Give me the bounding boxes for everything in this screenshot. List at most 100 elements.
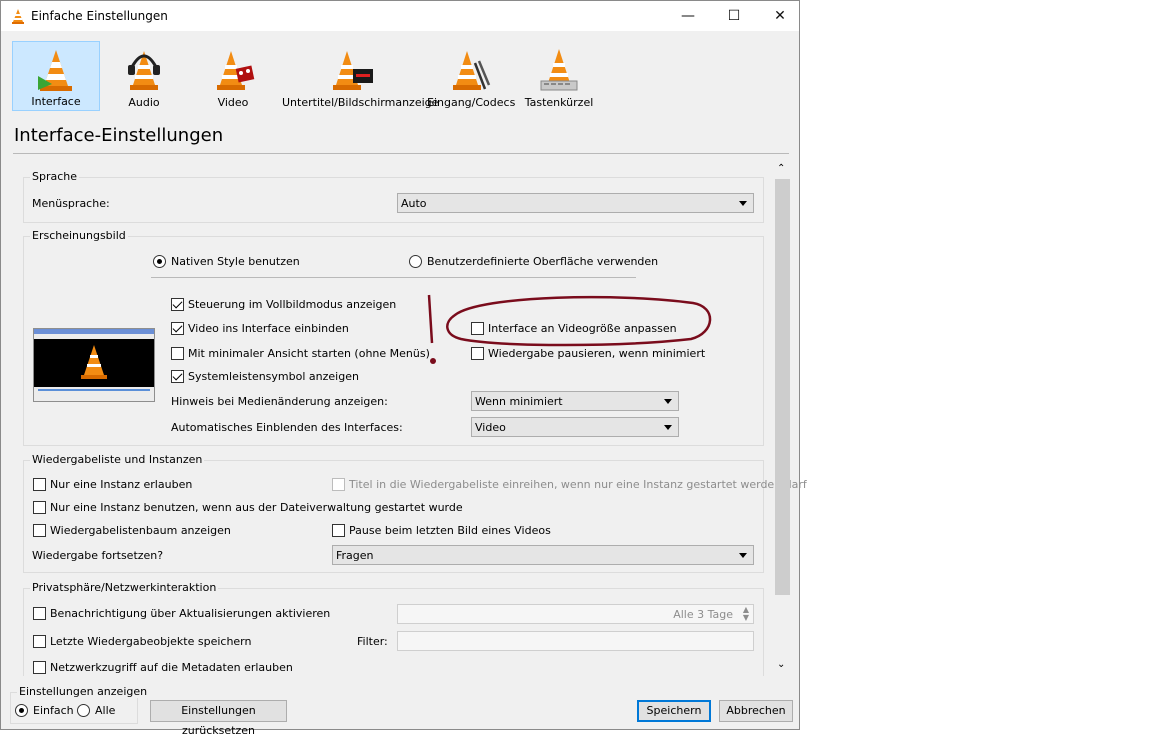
chevron-down-icon	[664, 425, 672, 430]
tab-tastenkuerzel-label: Tastenkürzel	[524, 96, 594, 109]
save-button[interactable]: Speichern	[637, 700, 711, 722]
cb-titel-einreihen-label: Titel in die Wiedergabeliste einreihen, …	[349, 478, 807, 491]
menusprache-label: Menüsprache:	[32, 197, 110, 210]
vlc-cone-cable-icon	[453, 51, 491, 90]
group-erscheinungsbild-title: Erscheinungsbild	[30, 229, 128, 242]
cb-systemleiste[interactable]	[171, 370, 184, 383]
fortsetzen-label: Wiedergabe fortsetzen?	[32, 549, 164, 562]
vertical-scrollbar[interactable]: ⌃ ⌄	[775, 163, 790, 675]
reset-button[interactable]: Einstellungen zurücksetzen	[150, 700, 287, 737]
group-wiedergabeliste-title: Wiedergabeliste und Instanzen	[30, 453, 205, 466]
tab-audio[interactable]: Audio	[100, 41, 188, 111]
cb-aktualisierungen[interactable]	[33, 607, 46, 620]
auto-einblenden-dropdown[interactable]: Video	[471, 417, 679, 437]
style-separator	[151, 277, 636, 278]
update-interval-value: Alle 3 Tage	[673, 608, 733, 621]
preview-vlc-cone-icon	[81, 345, 107, 379]
title-separator	[13, 153, 789, 154]
radio-native-style-label: Nativen Style benutzen	[171, 255, 300, 268]
annotation-ellipse	[427, 294, 712, 364]
menusprache-dropdown[interactable]: Auto	[397, 193, 754, 213]
tab-untertitel-label: Untertitel/Bildschirmanzeige	[282, 96, 439, 109]
radio-einfach-label: Einfach	[33, 704, 74, 717]
cb-pause-letztes-bild[interactable]	[332, 524, 345, 537]
cb-video-einbinden-label: Video ins Interface einbinden	[188, 322, 349, 335]
group-sprache-title: Sprache	[30, 170, 80, 183]
group-einstellungen-anzeigen-title: Einstellungen anzeigen	[17, 685, 150, 698]
preview-menubar	[34, 334, 154, 339]
minimize-icon: —	[681, 8, 695, 24]
hinweis-dropdown[interactable]: Wenn minimiert	[471, 391, 679, 411]
cb-titel-einreihen[interactable]	[332, 478, 345, 491]
scrollbar-thumb[interactable]	[775, 179, 790, 595]
cb-eine-instanz[interactable]	[33, 478, 46, 491]
category-toolbar: Interface Audio Video Untertitel/Bildsch…	[1, 31, 799, 115]
vlc-cone-keyboard-icon	[540, 49, 578, 91]
fortsetzen-dropdown[interactable]: Fragen	[332, 545, 754, 565]
tab-interface-label: Interface	[31, 95, 81, 108]
window-title: Einfache Einstellungen	[31, 9, 168, 23]
title-bar: Einfache Einstellungen — ☐ ✕	[1, 1, 799, 31]
vlc-cone-film-icon	[217, 51, 255, 90]
cb-vollbild-steuerung-label: Steuerung im Vollbildmodus anzeigen	[188, 298, 397, 311]
cb-pause-letztes-bild-label: Pause beim letzten Bild eines Videos	[349, 524, 551, 537]
tab-audio-label: Audio	[128, 96, 160, 109]
tab-eingang[interactable]: Eingang/Codecs	[427, 41, 516, 111]
tab-tastenkuerzel[interactable]: Tastenkürzel	[517, 41, 601, 111]
cb-dateiverwaltung[interactable]	[33, 501, 46, 514]
cb-wiedergabelistenbaum[interactable]	[33, 524, 46, 537]
cb-netzwerkzugriff[interactable]	[33, 661, 46, 674]
cb-netzwerkzugriff-label: Netzwerkzugriff auf die Metadaten erlaub…	[50, 661, 293, 674]
cb-video-einbinden[interactable]	[171, 322, 184, 335]
page-title: Interface-Einstellungen	[14, 125, 224, 146]
menusprache-value: Auto	[401, 197, 427, 210]
auto-einblenden-label: Automatisches Einblenden des Interfaces:	[171, 421, 403, 434]
cb-systemleiste-label: Systemleistensymbol anzeigen	[188, 370, 359, 383]
radio-custom-skin-label: Benutzerdefinierte Oberfläche verwenden	[427, 255, 659, 268]
interface-preview-image	[33, 328, 155, 402]
hinweis-label: Hinweis bei Medienänderung anzeigen:	[171, 395, 388, 408]
cb-aktualisierungen-label: Benachrichtigung über Aktualisierungen a…	[50, 607, 331, 620]
minimize-button[interactable]: —	[665, 1, 711, 31]
vlc-cone-headphones-icon	[128, 51, 160, 90]
maximize-button[interactable]: ☐	[711, 1, 757, 31]
tab-video-label: Video	[217, 96, 249, 109]
vlc-app-icon	[12, 9, 24, 24]
close-icon: ✕	[774, 8, 786, 24]
auto-einblenden-value: Video	[475, 421, 506, 434]
maximize-icon: ☐	[727, 8, 741, 24]
scroll-up-icon[interactable]: ⌃	[777, 163, 785, 174]
cb-letzte-objekte[interactable]	[33, 635, 46, 648]
tab-eingang-label: Eingang/Codecs	[427, 96, 516, 109]
cb-minimal-ansicht[interactable]	[171, 347, 184, 360]
cb-letzte-objekte-label: Letzte Wiedergabeobjekte speichern	[50, 635, 252, 648]
cb-dateiverwaltung-label: Nur eine Instanz benutzen, wenn aus der …	[50, 501, 463, 514]
close-button[interactable]: ✕	[757, 1, 803, 31]
fortsetzen-value: Fragen	[336, 549, 374, 562]
vlc-cone-interface-icon	[38, 50, 72, 91]
cancel-button[interactable]: Abbrechen	[719, 700, 793, 722]
radio-alle-label: Alle	[95, 704, 116, 717]
chevron-down-icon	[739, 201, 747, 206]
chevron-down-icon	[664, 399, 672, 404]
group-privatsphaere-title: Privatsphäre/Netzwerkinteraktion	[30, 581, 219, 594]
cb-vollbild-steuerung[interactable]	[171, 298, 184, 311]
radio-einfach[interactable]	[15, 704, 28, 717]
hinweis-value: Wenn minimiert	[475, 395, 563, 408]
tab-untertitel[interactable]: Untertitel/Bildschirmanzeige	[282, 41, 439, 111]
radio-custom-skin[interactable]	[409, 255, 422, 268]
tab-interface[interactable]: Interface	[12, 41, 100, 111]
preview-controls	[34, 387, 154, 401]
update-interval-spinbox[interactable]: Alle 3 Tage ▲ ▼	[397, 604, 754, 624]
chevron-down-icon	[739, 553, 747, 558]
vlc-cone-subtitle-icon	[333, 51, 373, 90]
radio-native-style[interactable]	[153, 255, 166, 268]
scroll-down-icon[interactable]: ⌄	[777, 659, 785, 670]
filter-input[interactable]	[397, 631, 754, 651]
cb-eine-instanz-label: Nur eine Instanz erlauben	[50, 478, 193, 491]
cb-wiedergabelistenbaum-label: Wiedergabelistenbaum anzeigen	[50, 524, 231, 537]
radio-alle[interactable]	[77, 704, 90, 717]
spinner-arrows-icon: ▲ ▼	[742, 605, 749, 622]
tab-video[interactable]: Video	[189, 41, 277, 111]
cb-minimal-ansicht-label: Mit minimaler Ansicht starten (ohne Menü…	[188, 347, 430, 360]
